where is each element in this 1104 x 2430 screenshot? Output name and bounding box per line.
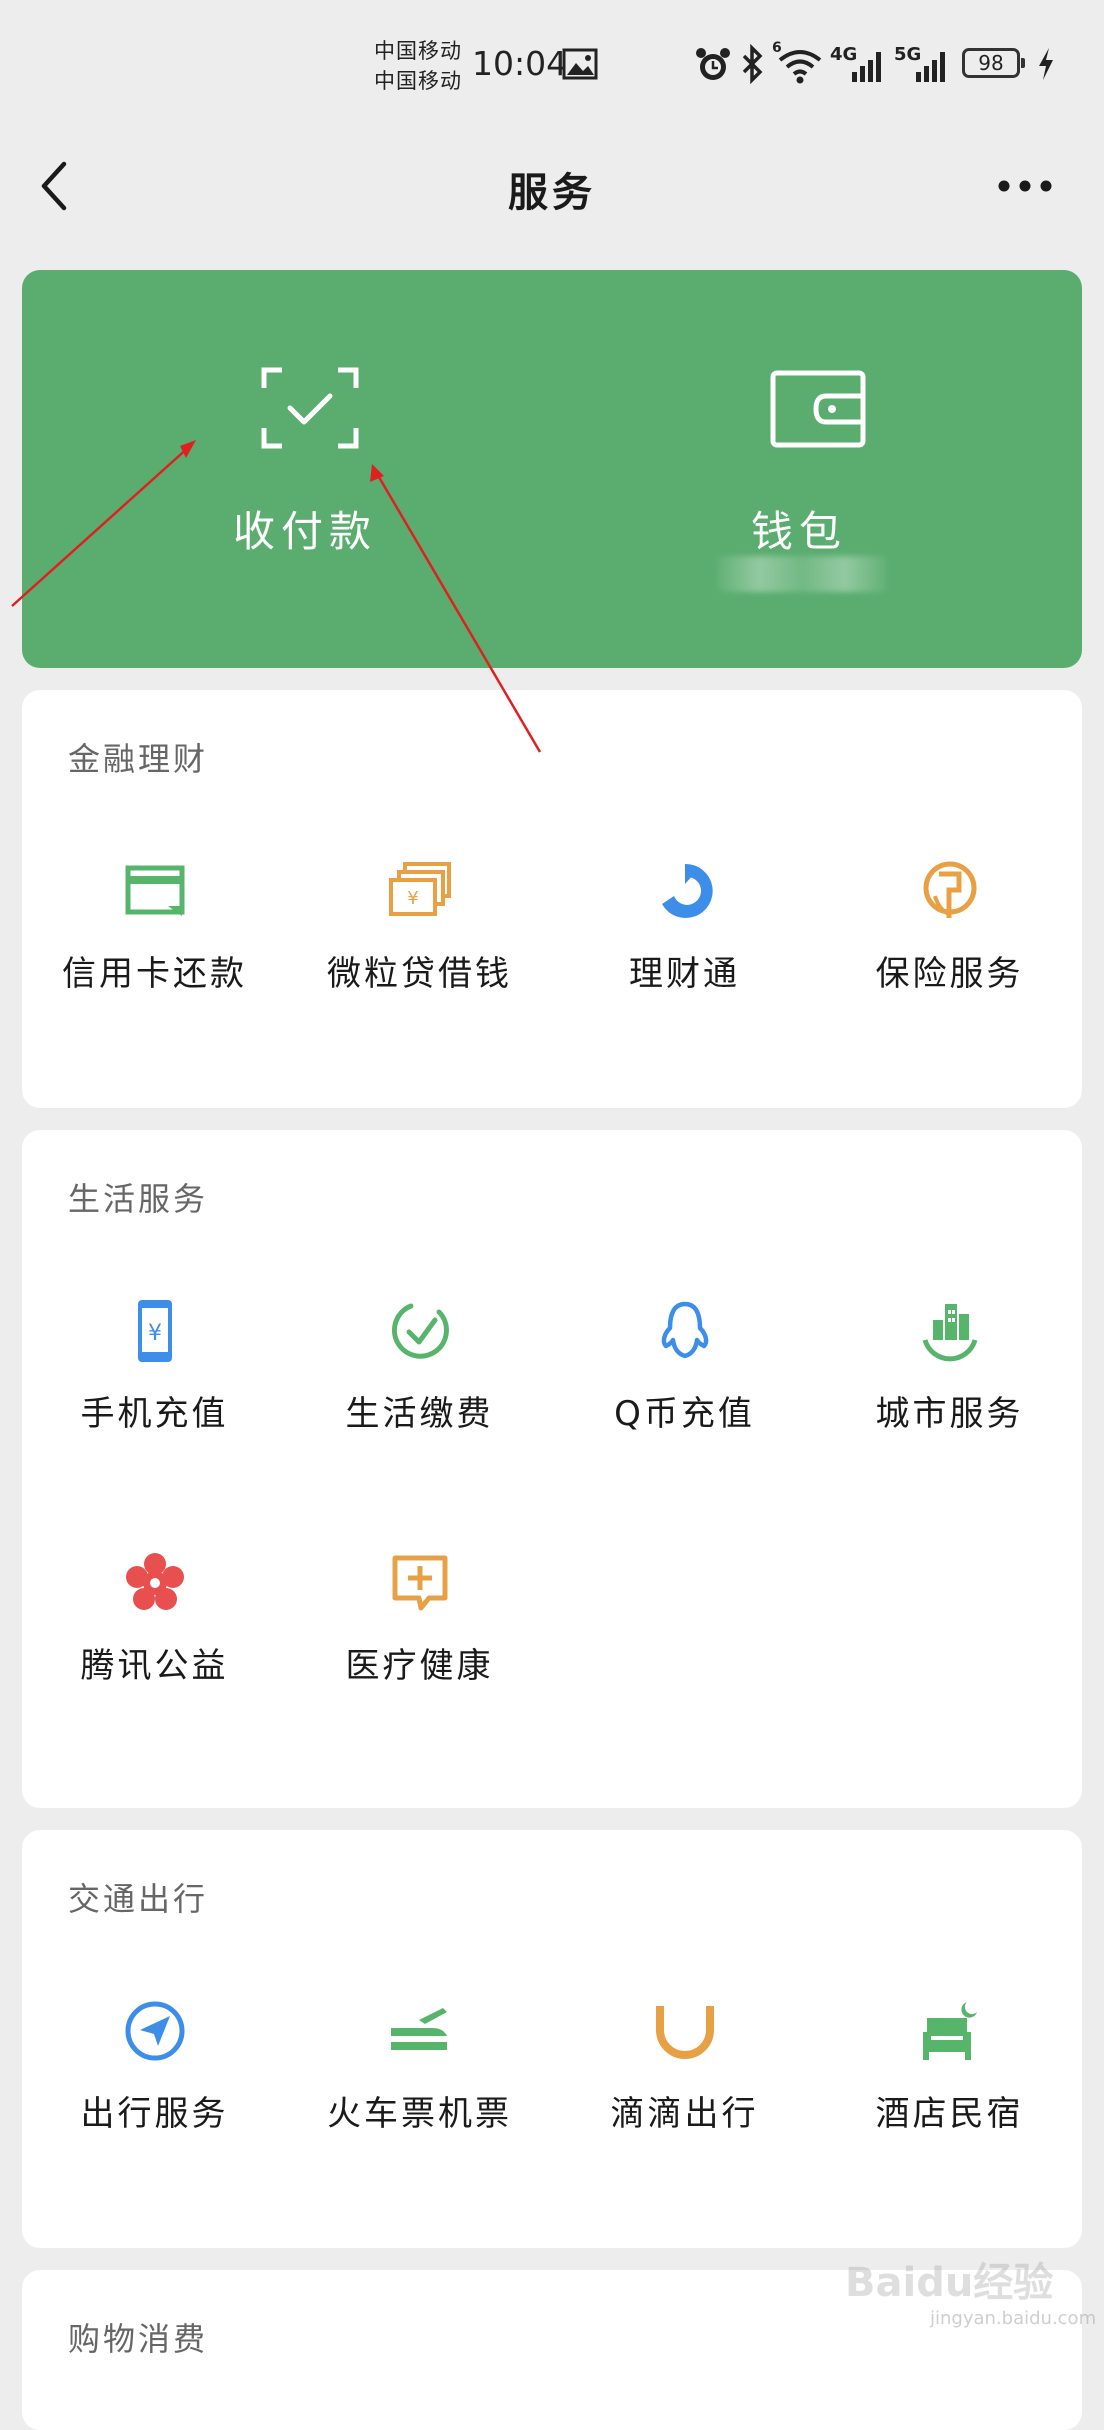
- carrier-2: 中国移动: [374, 69, 462, 93]
- service-label: 腾讯公益: [80, 1646, 229, 1686]
- more-options-button[interactable]: [990, 158, 1060, 214]
- image-notification-icon: [562, 48, 598, 80]
- signal-4g-icon: [852, 52, 881, 82]
- charity-flower-icon: [126, 1553, 184, 1610]
- service-didi[interactable]: 滴滴出行: [552, 2000, 817, 2200]
- carrier-1: 中国移动: [374, 39, 462, 63]
- service-label: 城市服务: [875, 1394, 1024, 1434]
- city-buildings-icon: [922, 1304, 978, 1362]
- bluetooth-icon: [742, 44, 763, 84]
- service-label: 信用卡还款: [62, 954, 247, 994]
- service-train-flight[interactable]: 火车票机票: [287, 2000, 552, 2200]
- insurance-umbrella-icon: [923, 861, 977, 918]
- medical-cross-icon: [392, 1555, 448, 1611]
- baidu-watermark: Baidu经验: [845, 2260, 1054, 2306]
- service-label: 酒店民宿: [875, 2094, 1024, 2134]
- service-hotel[interactable]: 酒店民宿: [817, 2000, 1082, 2200]
- wallet-label: 钱包: [750, 507, 847, 556]
- service-label: 生活缴费: [345, 1394, 494, 1434]
- didi-icon: [656, 2006, 714, 2059]
- hotel-bed-icon: [923, 2002, 977, 2060]
- wallet-icon: [770, 370, 866, 448]
- scan-check-icon: [261, 367, 359, 449]
- section-life: 生活服务 ¥ 手机充值 生活缴费 Q币充值 城市服务 腾讯公益 医疗健康: [22, 1130, 1082, 1808]
- baidu-watermark-url: jingyan.baidu.com: [930, 2308, 1097, 2329]
- service-credit-card-repay[interactable]: 信用卡还款: [22, 860, 287, 1060]
- wallet-card: 收付款 钱包: [22, 270, 1082, 668]
- service-tencent-charity[interactable]: 腾讯公益: [22, 1552, 287, 1752]
- wallet-balance-blurred: [717, 556, 887, 592]
- qq-penguin-icon: [661, 1301, 709, 1359]
- service-label: Q币充值: [614, 1394, 755, 1434]
- section-transport: 交通出行 出行服务 火车票机票 滴滴出行 酒店民宿: [22, 1830, 1082, 2248]
- status-time: 10:04: [472, 44, 568, 83]
- service-label: 出行服务: [80, 2094, 229, 2134]
- pay-receive-button[interactable]: 收付款: [22, 270, 552, 668]
- charging-icon: [1039, 48, 1053, 80]
- service-label: 理财通: [629, 954, 740, 994]
- wifi-icon: [778, 50, 822, 84]
- status-bar: 中国移动 中国移动 10:04 6 4G 5G 98: [0, 0, 1104, 130]
- service-utility-bills[interactable]: 生活缴费: [287, 1300, 552, 1500]
- service-label: 手机充值: [80, 1394, 229, 1434]
- section-finance: 金融理财 信用卡还款 ¥ 微粒贷借钱 理财通 保险服务: [22, 690, 1082, 1108]
- section-title-finance: 金融理财: [68, 740, 209, 778]
- pay-receive-label: 收付款: [232, 507, 377, 556]
- section-title-transport: 交通出行: [68, 1880, 209, 1918]
- train-plane-icon: [391, 2008, 447, 2050]
- licaitong-icon: [662, 863, 713, 918]
- svg-text:¥: ¥: [148, 1321, 162, 1346]
- service-travel[interactable]: 出行服务: [22, 2000, 287, 2200]
- service-weilidai-loan[interactable]: ¥ 微粒贷借钱: [287, 860, 552, 1060]
- service-medical-health[interactable]: 医疗健康: [287, 1552, 552, 1752]
- wallet-button[interactable]: 钱包: [552, 270, 1082, 668]
- mobile-phone-icon: ¥: [138, 1300, 172, 1362]
- service-qcoin-topup[interactable]: Q币充值: [552, 1300, 817, 1500]
- utility-check-icon: [392, 1303, 449, 1359]
- carrier-labels: 中国移动 中国移动: [374, 36, 462, 96]
- alarm-icon: [696, 48, 730, 80]
- service-label: 保险服务: [875, 954, 1024, 994]
- service-city-services[interactable]: 城市服务: [817, 1300, 1082, 1500]
- service-label: 滴滴出行: [610, 2094, 759, 2134]
- service-insurance[interactable]: 保险服务: [817, 860, 1082, 1060]
- battery-indicator: 98: [962, 48, 1025, 78]
- section-title-shopping: 购物消费: [68, 2320, 209, 2358]
- signal-5g-icon: [916, 52, 945, 82]
- section-title-life: 生活服务: [68, 1180, 209, 1218]
- svg-text:¥: ¥: [407, 888, 418, 909]
- navigation-arrow-icon: [125, 2001, 185, 2061]
- page-title: 服务: [508, 170, 596, 216]
- credit-card-icon: [125, 865, 185, 916]
- cash-notes-icon: ¥: [389, 862, 451, 916]
- service-label: 火车票机票: [327, 2094, 512, 2134]
- service-label: 医疗健康: [345, 1646, 494, 1686]
- service-licaitong[interactable]: 理财通: [552, 860, 817, 1060]
- service-mobile-topup[interactable]: ¥ 手机充值: [22, 1300, 287, 1500]
- service-label: 微粒贷借钱: [327, 954, 512, 994]
- nav-bar: 服务: [0, 130, 1104, 240]
